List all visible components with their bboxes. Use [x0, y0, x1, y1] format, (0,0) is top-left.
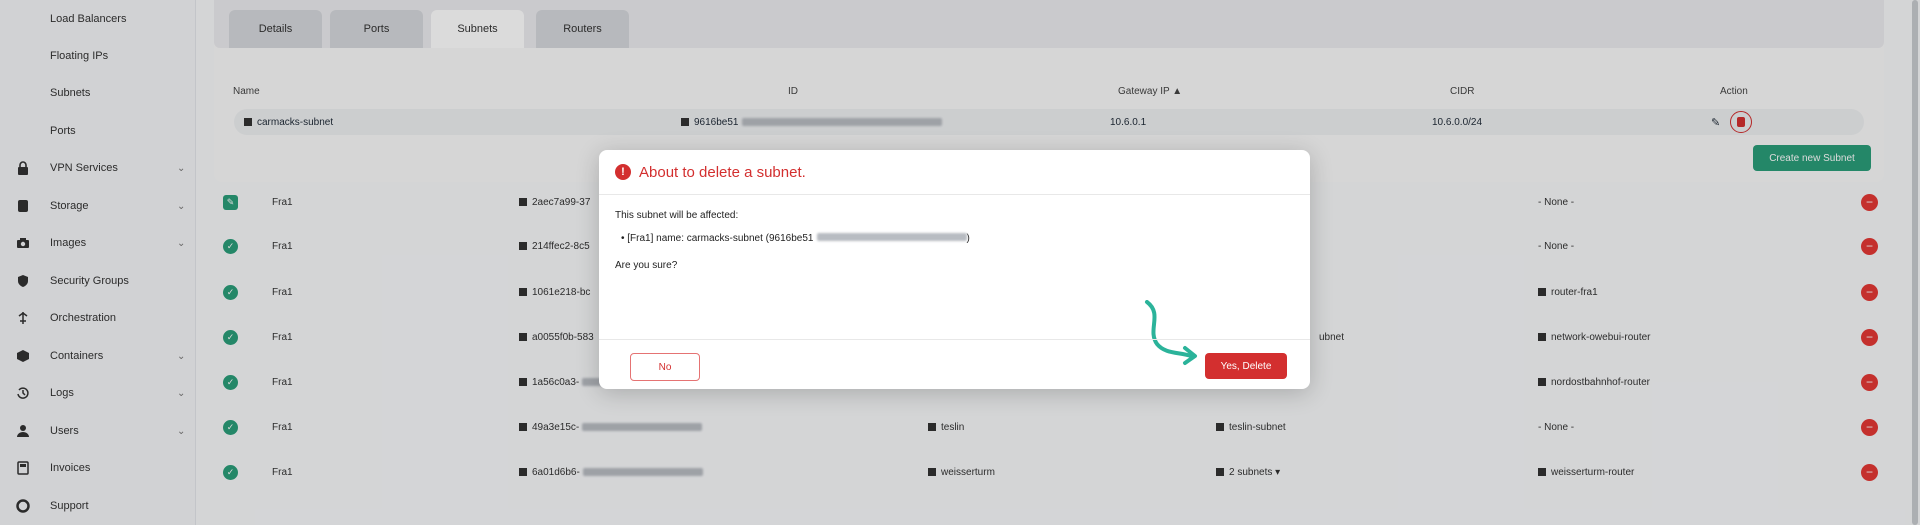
affected-subnet-item: • [Fra1] name: carmacks-subnet (9616be51…: [615, 233, 970, 244]
dialog-question: Are you sure?: [615, 260, 678, 271]
dialog-body: This subnet will be affected: • [Fra1] n…: [615, 210, 970, 271]
dialog-header: ! About to delete a subnet.: [599, 150, 1310, 195]
redacted-text: [816, 233, 967, 241]
affected-subnet-suffix: ): [966, 233, 970, 244]
yes-delete-button[interactable]: Yes, Delete: [1205, 353, 1287, 379]
no-button[interactable]: No: [630, 353, 700, 381]
dialog-footer: No Yes, Delete: [599, 339, 1310, 390]
dialog-title: About to delete a subnet.: [639, 163, 806, 181]
delete-subnet-dialog: ! About to delete a subnet. This subnet …: [599, 150, 1310, 389]
alert-icon: !: [615, 164, 631, 180]
affected-subnet-text: [Fra1] name: carmacks-subnet (9616be51: [627, 233, 814, 244]
dialog-intro: This subnet will be affected:: [615, 210, 739, 221]
